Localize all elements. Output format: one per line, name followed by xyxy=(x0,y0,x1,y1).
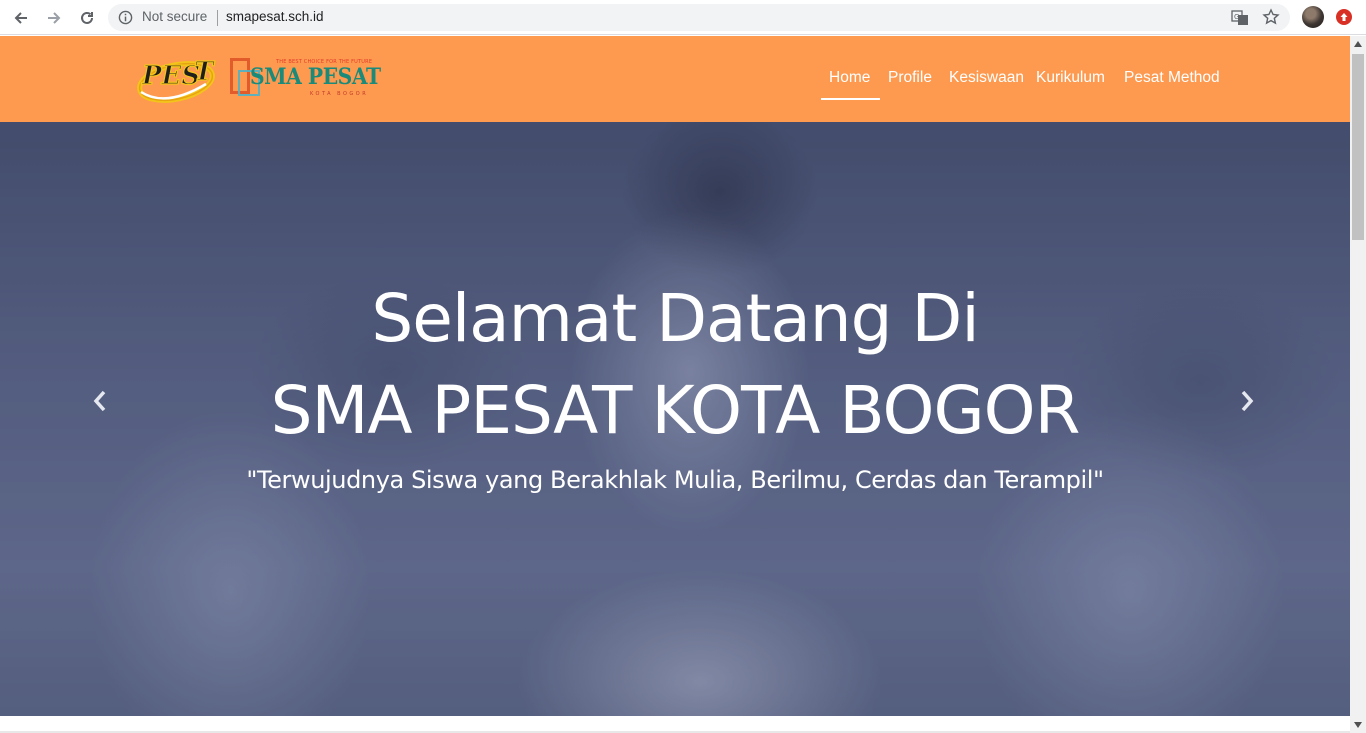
hero-tagline: "Terwujudnya Siswa yang Berakhlak Mulia,… xyxy=(246,466,1104,494)
triangle-up-icon xyxy=(1354,41,1362,47)
svg-text:T: T xyxy=(194,57,215,87)
nav-kurikulum[interactable]: Kurikulum xyxy=(1036,69,1105,87)
active-nav-indicator xyxy=(821,98,880,100)
logo-name: SMA PESAT xyxy=(250,64,381,90)
carousel-prev-button[interactable] xyxy=(88,386,112,416)
site-header: PES T THE BEST CHOICE FOR THE FUTURE SMA… xyxy=(0,36,1350,122)
hero-title-line2: SMA PESAT KOTA BOGOR xyxy=(270,372,1081,449)
star-icon[interactable] xyxy=(1262,8,1280,26)
forward-button[interactable] xyxy=(42,6,66,30)
pesat-logo-text: PES xyxy=(141,61,200,91)
nav-home[interactable]: Home xyxy=(829,69,870,87)
hero-title-line1: Selamat Datang Di xyxy=(371,280,979,357)
hero-carousel: Selamat Datang Di SMA PESAT KOTA BOGOR "… xyxy=(0,122,1350,716)
nav-kesiswaan[interactable]: Kesiswaan xyxy=(949,69,1024,87)
triangle-down-icon xyxy=(1354,722,1362,728)
security-label[interactable]: Not secure xyxy=(142,9,207,24)
nav-pesat-method[interactable]: Pesat Method xyxy=(1124,69,1220,87)
url-text[interactable]: smapesat.sch.id xyxy=(226,9,324,24)
arrow-right-icon xyxy=(48,12,61,24)
profile-avatar[interactable] xyxy=(1302,6,1324,28)
carousel-next-button[interactable] xyxy=(1235,386,1259,416)
arrow-left-icon xyxy=(14,12,27,24)
info-icon[interactable] xyxy=(118,10,133,25)
page-scrollbar[interactable] xyxy=(1350,36,1366,733)
scroll-thumb[interactable] xyxy=(1352,54,1364,240)
scroll-down-button[interactable] xyxy=(1350,717,1366,733)
reload-button[interactable] xyxy=(75,6,99,30)
nav-profile[interactable]: Profile xyxy=(888,69,932,87)
arrow-up-icon xyxy=(1340,13,1348,21)
svg-text:G: G xyxy=(1234,13,1239,21)
chevron-right-icon xyxy=(1241,390,1254,412)
chevron-left-icon xyxy=(93,390,106,412)
translate-icon[interactable]: G xyxy=(1231,9,1249,27)
scroll-up-button[interactable] xyxy=(1350,36,1366,52)
pesat-logo[interactable]: PES T xyxy=(136,48,220,108)
address-bar[interactable]: Not secure smapesat.sch.id G xyxy=(108,4,1290,31)
browser-toolbar: Not secure smapesat.sch.id G xyxy=(0,0,1366,35)
back-button[interactable] xyxy=(9,6,33,30)
page-below-fold xyxy=(0,716,1350,733)
divider xyxy=(217,10,218,26)
extension-icon[interactable] xyxy=(1336,9,1352,25)
sma-pesat-logo[interactable]: THE BEST CHOICE FOR THE FUTURE SMA PESAT… xyxy=(228,56,381,100)
logo-sub: KOTA BOGOR xyxy=(310,91,369,97)
reload-icon xyxy=(81,11,93,24)
